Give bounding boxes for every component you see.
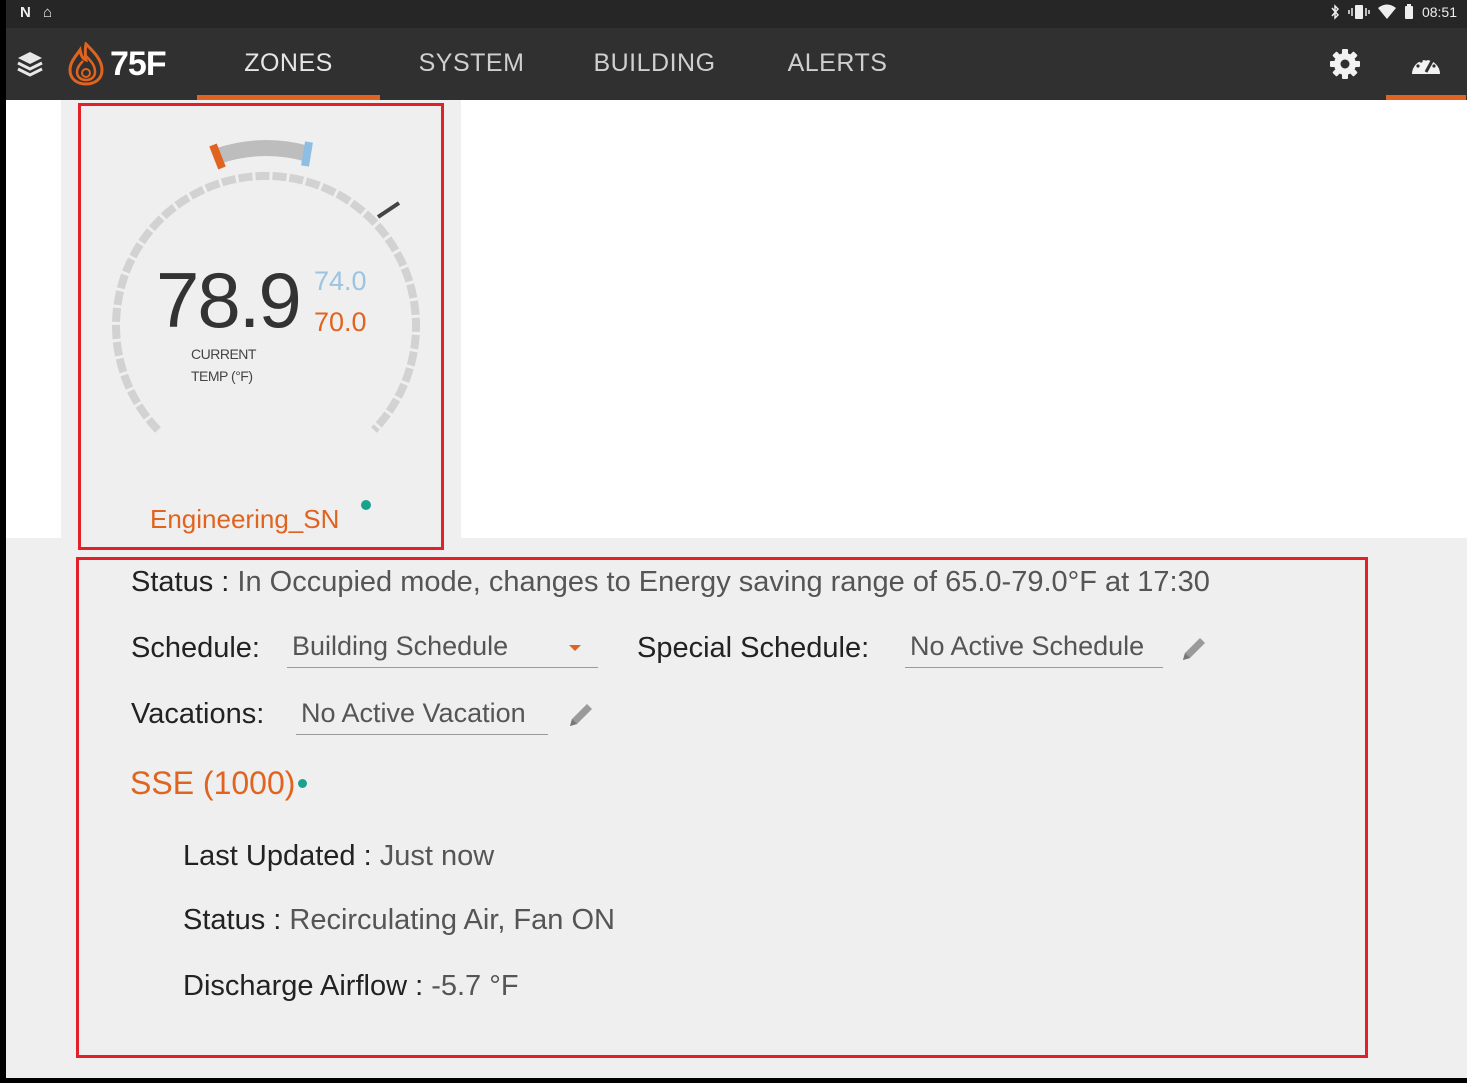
schedule-dropdown[interactable]: Building Schedule bbox=[287, 628, 598, 668]
app-bar: 75F ZONES SYSTEM BUILDING ALERTS bbox=[6, 28, 1467, 100]
special-schedule-label: Special Schedule: bbox=[637, 632, 870, 664]
layers-menu-icon[interactable] bbox=[16, 50, 44, 78]
tab-building[interactable]: BUILDING bbox=[563, 28, 746, 100]
vacations-label: Vacations: bbox=[131, 698, 265, 730]
wifi-icon bbox=[1377, 4, 1396, 19]
edit-special-schedule-pencil-icon[interactable] bbox=[1179, 634, 1209, 664]
dropdown-caret-icon bbox=[569, 645, 581, 651]
notification-icons: N ⌂ bbox=[20, 4, 57, 21]
edit-vacations-pencil-icon[interactable] bbox=[566, 700, 596, 730]
vacations-field[interactable]: No Active Vacation bbox=[296, 695, 548, 735]
special-schedule-field[interactable]: No Active Schedule bbox=[905, 628, 1163, 668]
dashboard-tab[interactable] bbox=[1386, 28, 1466, 100]
equipment-name[interactable]: SSE (1000) bbox=[130, 765, 295, 802]
tab-system[interactable]: SYSTEM bbox=[380, 28, 563, 100]
last-updated-label: Last Updated : bbox=[183, 840, 372, 872]
bluetooth-icon bbox=[1331, 4, 1339, 20]
logo-text: 75F bbox=[110, 44, 167, 83]
discharge-airflow-row: Discharge Airflow : -5.7 °F bbox=[183, 970, 519, 1003]
zone-status-value: In Occupied mode, changes to Energy savi… bbox=[237, 566, 1210, 598]
tab-alerts[interactable]: ALERTS bbox=[746, 28, 929, 100]
schedule-label: Schedule: bbox=[131, 632, 260, 664]
discharge-airflow-label: Discharge Airflow : bbox=[183, 970, 424, 1002]
zone-status-label: Status : bbox=[131, 566, 230, 598]
bottom-edge bbox=[0, 1078, 1467, 1083]
flame-logo-icon bbox=[68, 42, 104, 86]
settings-gear-icon[interactable] bbox=[1329, 48, 1361, 80]
dashboard-gauge-icon bbox=[1412, 57, 1440, 74]
system-indicators: 08:51 bbox=[1330, 4, 1457, 20]
equipment-online-indicator bbox=[298, 779, 307, 788]
tab-zones[interactable]: ZONES bbox=[197, 28, 380, 100]
battery-icon bbox=[1404, 4, 1413, 19]
highlight-zone-card bbox=[78, 103, 444, 550]
last-updated-value: Just now bbox=[379, 840, 495, 872]
last-updated-row: Last Updated : Just now bbox=[183, 840, 494, 873]
equipment-status-row: Status : Recirculating Air, Fan ON bbox=[183, 904, 615, 937]
vibrate-icon bbox=[1348, 5, 1370, 19]
equipment-status-value: Recirculating Air, Fan ON bbox=[289, 904, 615, 936]
brand-logo: 75F bbox=[66, 42, 167, 86]
system-status-bar: N ⌂ 08:51 bbox=[6, 0, 1467, 28]
equipment-status-label: Status : bbox=[183, 904, 282, 936]
clock: 08:51 bbox=[1421, 4, 1457, 20]
zone-status-row: Status : In Occupied mode, changes to En… bbox=[131, 566, 1210, 599]
app-screen: N ⌂ 08:51 75F ZONES SYSTEM BUILDING ALER bbox=[6, 0, 1467, 1078]
discharge-airflow-value: -5.7 °F bbox=[431, 970, 519, 1002]
